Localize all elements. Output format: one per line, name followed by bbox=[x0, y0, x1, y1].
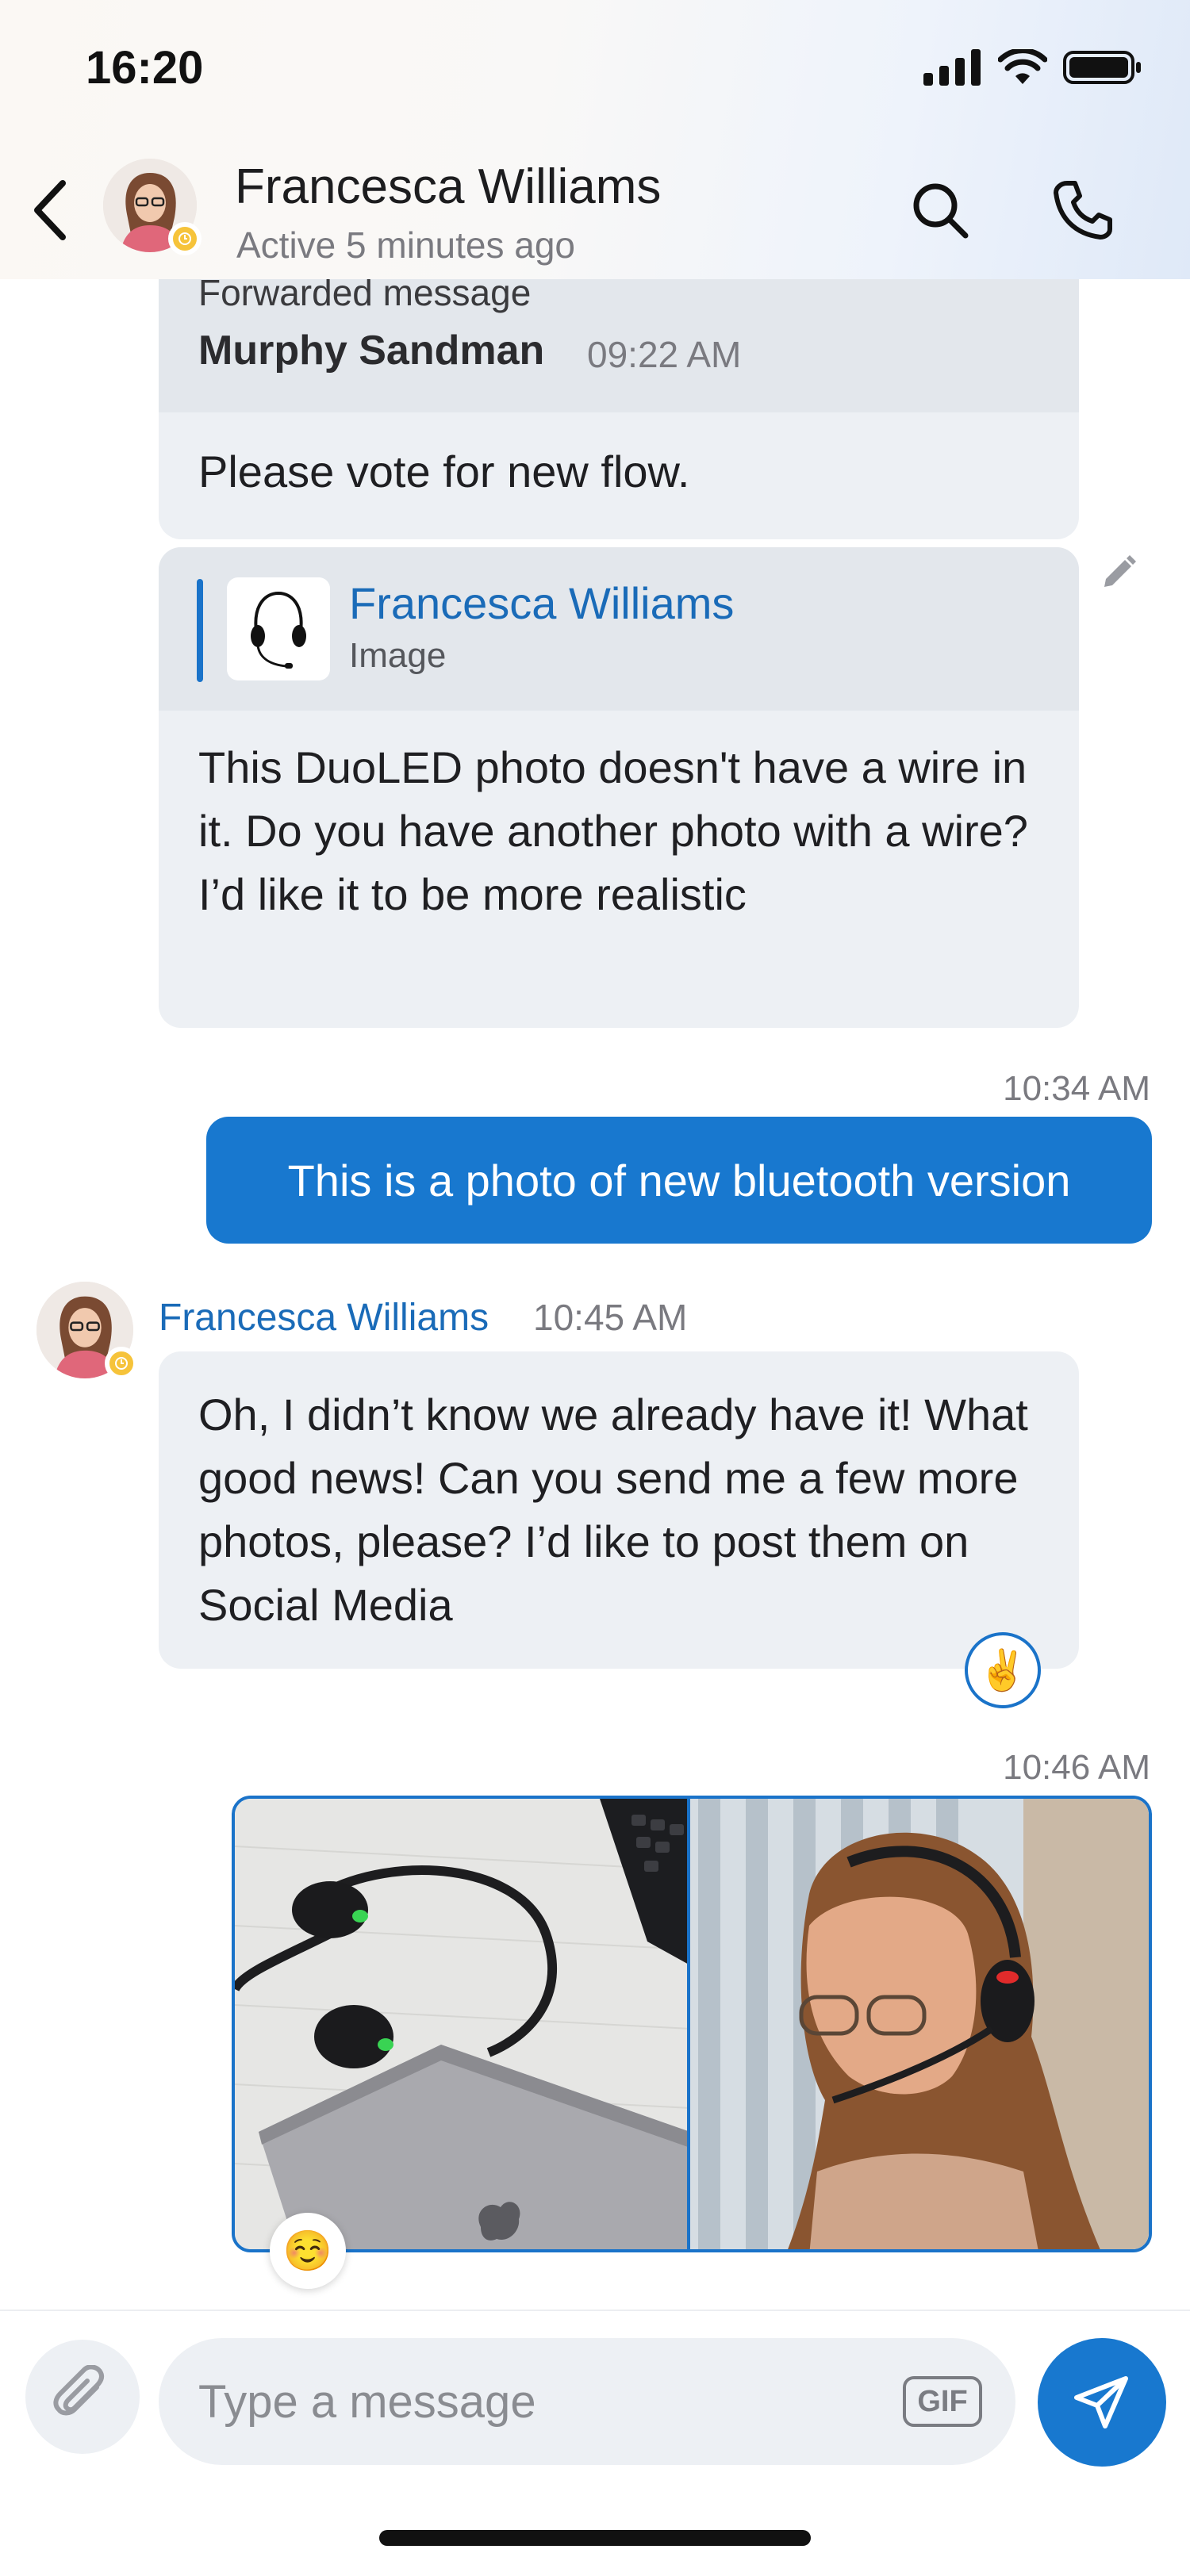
status-time: 16:20 bbox=[86, 42, 204, 94]
paperclip-icon bbox=[53, 2365, 105, 2416]
gif-button[interactable]: GIF bbox=[903, 2376, 982, 2427]
reaction-badge[interactable]: ✌️ bbox=[965, 1632, 1041, 1708]
send-button[interactable] bbox=[1038, 2338, 1166, 2467]
search-button[interactable] bbox=[904, 174, 976, 246]
reply-text: This DuoLED photo doesn't have a wire in… bbox=[198, 742, 1028, 919]
chat-header: 16:20 Francesca Williams Active 5 minute… bbox=[0, 0, 1190, 279]
quoted-image-thumbnail bbox=[227, 577, 330, 680]
back-button[interactable] bbox=[22, 174, 78, 246]
sender-name[interactable]: Francesca Williams bbox=[159, 1296, 489, 1340]
photo-gallery[interactable] bbox=[232, 1796, 1152, 2252]
away-status-badge bbox=[168, 222, 202, 255]
battery-icon bbox=[1063, 51, 1141, 84]
forwarded-message-bubble[interactable]: Forwarded message Murphy Sandman 09:22 A… bbox=[159, 238, 1079, 539]
reply-message-bubble[interactable]: Francesca Williams Image This DuoLED pho… bbox=[159, 547, 1079, 1028]
outgoing-message-bubble[interactable]: This is a photo of new bluetooth version bbox=[206, 1117, 1152, 1244]
victory-hand-emoji: ✌️ bbox=[977, 1647, 1028, 1692]
outgoing-text: This is a photo of new bluetooth version bbox=[287, 1155, 1071, 1206]
headset-icon bbox=[251, 591, 306, 669]
pencil-icon bbox=[1104, 555, 1136, 587]
quoted-message[interactable]: Francesca Williams Image bbox=[159, 547, 1079, 711]
quote-bar bbox=[197, 579, 203, 682]
contact-name[interactable]: Francesca Williams bbox=[235, 159, 661, 215]
message-input[interactable] bbox=[159, 2338, 1015, 2465]
home-indicator bbox=[379, 2530, 811, 2546]
search-icon bbox=[913, 183, 969, 239]
edited-indicator bbox=[1095, 549, 1142, 596]
message-time: 10:34 AM bbox=[1003, 1069, 1150, 1108]
attach-button[interactable] bbox=[25, 2340, 140, 2454]
signal-icon bbox=[923, 49, 981, 86]
message-time: 10:46 AM bbox=[1003, 1748, 1150, 1787]
smiling-face-emoji: ☺️ bbox=[282, 2228, 333, 2273]
contact-avatar[interactable] bbox=[103, 159, 202, 255]
quoted-author: Francesca Williams bbox=[349, 578, 735, 628]
forwarded-author: Murphy Sandman bbox=[198, 328, 545, 374]
chevron-left-icon bbox=[34, 180, 66, 240]
message-time: 10:45 AM bbox=[533, 1297, 688, 1338]
incoming-message-bubble[interactable]: Oh, I didn’t know we already have it! Wh… bbox=[159, 1351, 1079, 1669]
away-status-badge bbox=[105, 1347, 138, 1380]
reaction-badge[interactable]: ☺️ bbox=[270, 2213, 346, 2289]
sender-avatar[interactable] bbox=[36, 1282, 138, 1380]
forwarded-time: 09:22 AM bbox=[587, 334, 742, 375]
status-icons bbox=[923, 49, 1142, 86]
phone-icon bbox=[1054, 181, 1112, 240]
incoming-text: Oh, I didn’t know we already have it! Wh… bbox=[198, 1390, 1028, 1630]
call-button[interactable] bbox=[1047, 174, 1119, 246]
send-icon bbox=[1074, 2376, 1128, 2428]
wifi-icon bbox=[998, 49, 1047, 84]
photo-headset-laptop[interactable] bbox=[235, 1799, 690, 2249]
photo-woman-headset[interactable] bbox=[690, 1799, 1149, 2249]
quoted-type: Image bbox=[349, 636, 447, 675]
contact-status: Active 5 minutes ago bbox=[236, 224, 576, 266]
forwarded-text: Please vote for new flow. bbox=[198, 447, 690, 496]
